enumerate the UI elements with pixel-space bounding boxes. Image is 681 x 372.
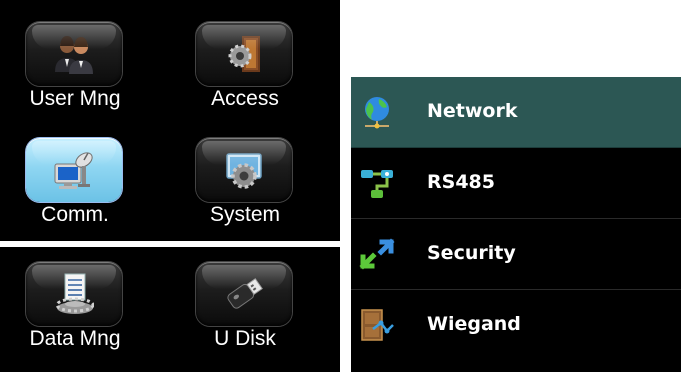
- tile-label: Data Mng: [29, 327, 121, 350]
- tile-label: System: [209, 203, 280, 226]
- tile-button: [26, 262, 122, 326]
- globe-network-icon: [365, 97, 389, 129]
- tile-label: Access: [211, 87, 279, 110]
- tile-label: U Disk: [214, 327, 276, 350]
- tile-label: User Mng: [29, 87, 121, 110]
- menu-item-network[interactable]: Network: [351, 77, 681, 148]
- main-menu-panel: User Mng Access Comm. System: [0, 0, 340, 241]
- users-icon: [55, 36, 93, 74]
- menu-item-rs485[interactable]: RS485: [351, 148, 681, 219]
- database-gear-icon: [55, 273, 94, 314]
- menu-item-wiegand[interactable]: Wiegand: [351, 290, 681, 360]
- tile-comm[interactable]: Comm.: [0, 116, 150, 226]
- menu-item-label: Network: [427, 100, 518, 122]
- computer-satellite-icon: [54, 152, 93, 189]
- tile-button: [196, 22, 292, 86]
- tile-u-disk[interactable]: U Disk: [170, 247, 320, 350]
- system-gear-icon: [226, 153, 262, 189]
- tile-user-mng[interactable]: User Mng: [0, 0, 150, 110]
- comm-menu-panel: Network RS485 Security Wiegand: [351, 77, 681, 372]
- usb-drive-icon: [227, 278, 263, 309]
- menu-item-label: Wiegand: [427, 313, 521, 335]
- tile-system[interactable]: System: [170, 116, 320, 226]
- security-arrows-icon: [359, 238, 395, 270]
- tile-button: [196, 138, 292, 202]
- wiegand-door-icon: [361, 309, 394, 341]
- tile-access[interactable]: Access: [170, 0, 320, 110]
- tile-label: Comm.: [41, 203, 109, 226]
- menu-item-label: RS485: [427, 171, 495, 193]
- tile-button: [26, 22, 122, 86]
- rs485-connection-icon: [361, 170, 393, 198]
- door-gear-icon: [228, 36, 260, 72]
- tile-button: [196, 262, 292, 326]
- tile-button: [26, 138, 122, 202]
- menu-item-label: Security: [427, 242, 516, 264]
- main-menu-panel-2: Data Mng U Disk: [0, 247, 340, 372]
- tile-data-mng[interactable]: Data Mng: [0, 247, 150, 350]
- menu-item-security[interactable]: Security: [351, 219, 681, 290]
